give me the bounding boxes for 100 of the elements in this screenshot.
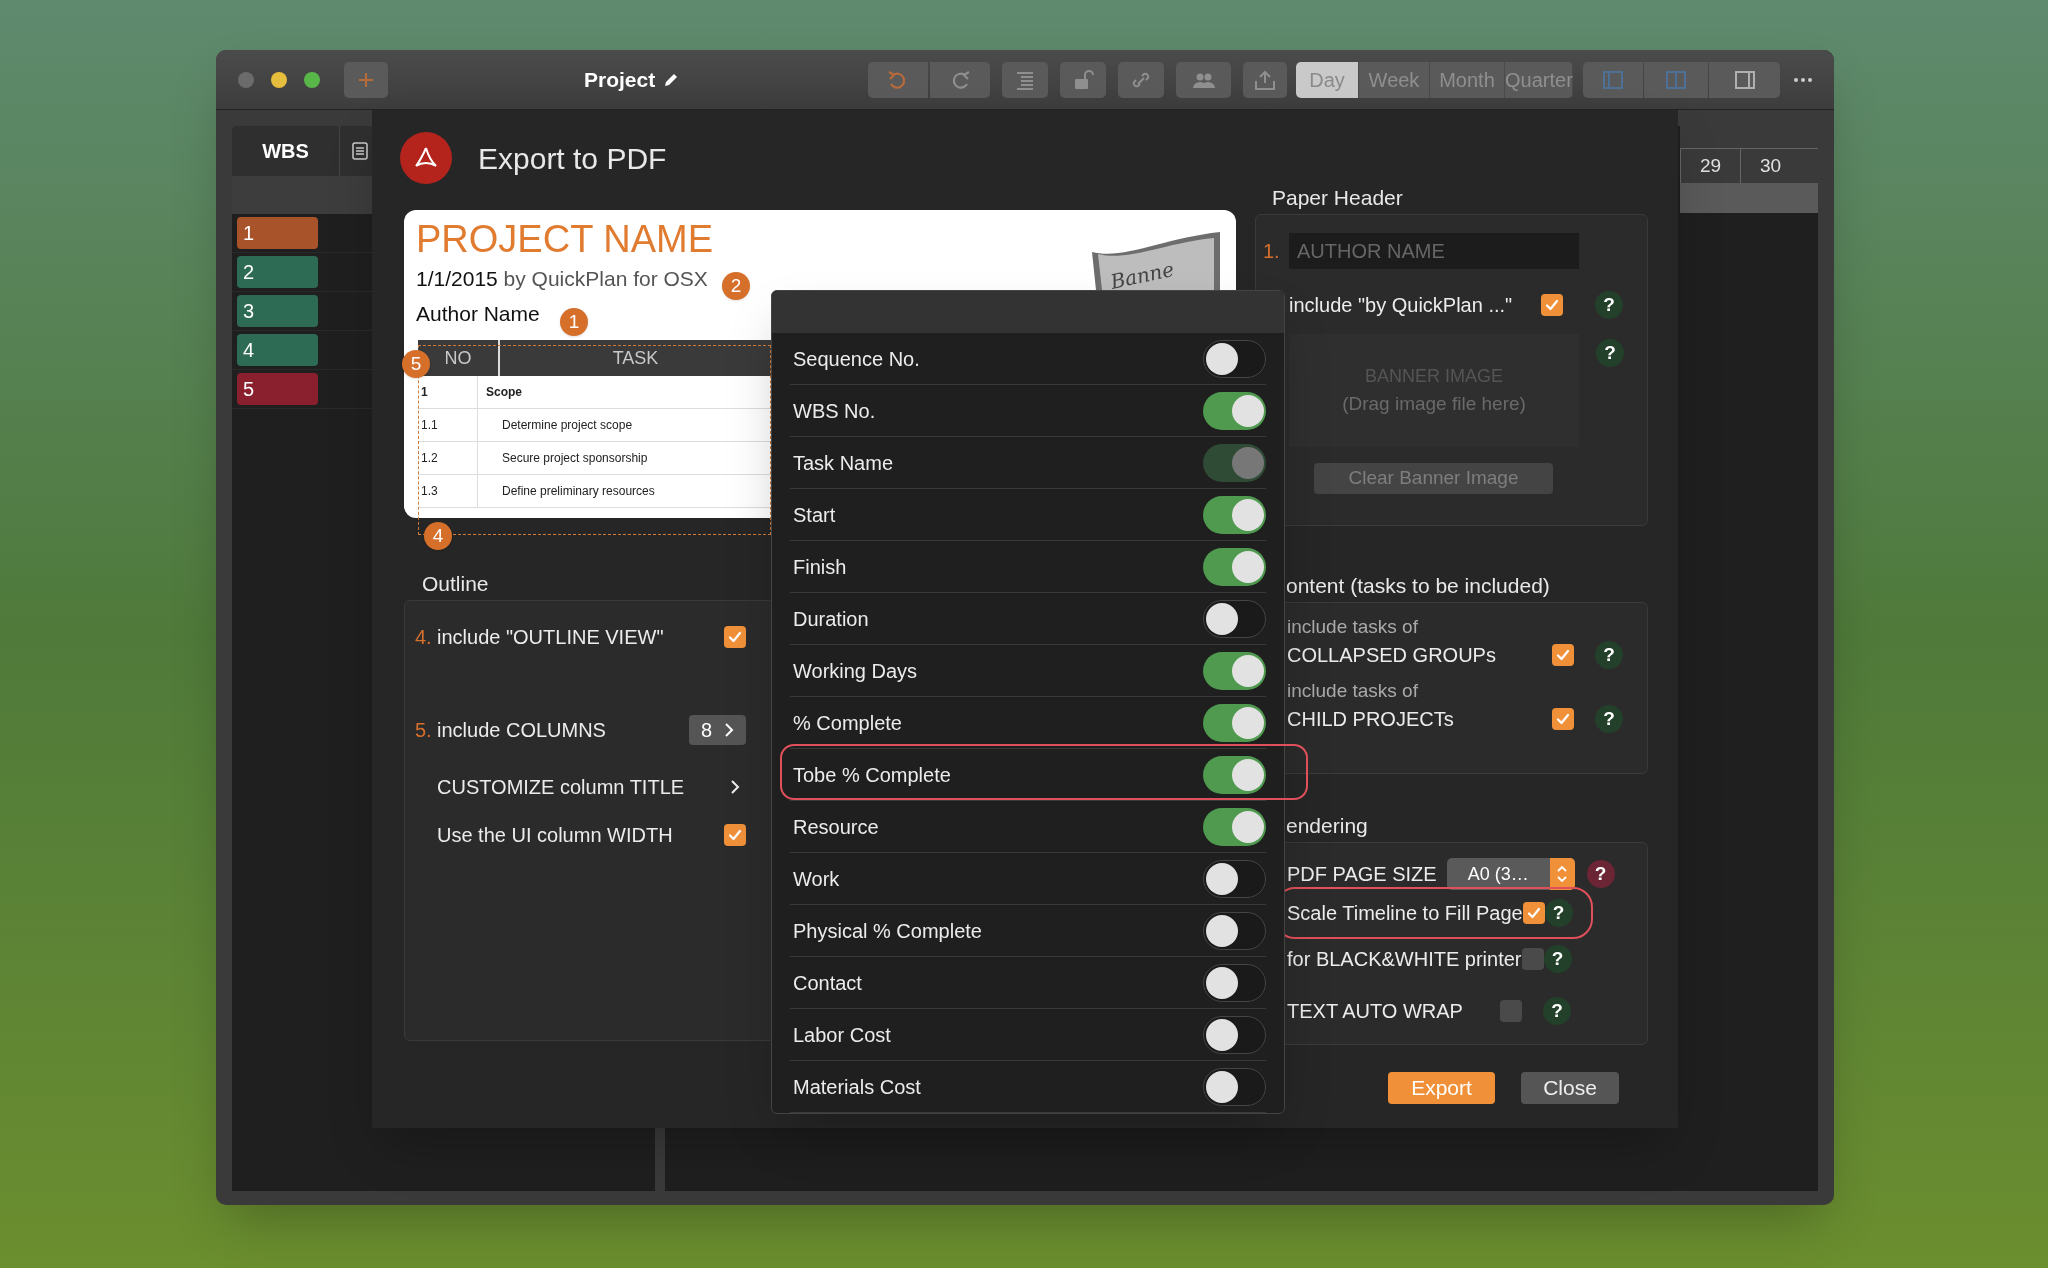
column-header: TASK bbox=[611, 346, 660, 370]
help-button[interactable]: ? bbox=[1543, 945, 1572, 973]
option-label: include "OUTLINE VIEW" bbox=[437, 625, 664, 650]
checkbox[interactable] bbox=[1500, 1000, 1522, 1022]
check-icon bbox=[1525, 905, 1542, 921]
checkbox[interactable] bbox=[1541, 294, 1563, 316]
toggle-switch[interactable] bbox=[1203, 755, 1266, 794]
toggle-switch[interactable] bbox=[1203, 703, 1266, 742]
toggle-switch[interactable] bbox=[1203, 1067, 1266, 1106]
help-button[interactable]: ? bbox=[1595, 291, 1623, 319]
table-cell-text: Define preliminary resources bbox=[501, 483, 655, 500]
help-button[interactable]: ? bbox=[1586, 860, 1615, 888]
pencil-icon bbox=[663, 71, 680, 88]
document-icon bbox=[352, 142, 368, 160]
option-label: TEXT AUTO WRAP bbox=[1287, 999, 1463, 1024]
dialog-title: Export to PDF bbox=[478, 140, 667, 177]
list-marker: 5. bbox=[415, 718, 433, 743]
option-note: include tasks of bbox=[1287, 615, 1418, 639]
option-label: Scale Timeline to Fill Page bbox=[1287, 901, 1523, 926]
left-pane-icon bbox=[1601, 68, 1625, 91]
date-line: 1/1/2015 by QuickPlan for OSX bbox=[416, 266, 708, 292]
column-count-button[interactable]: 8 bbox=[689, 715, 746, 745]
toggle-switch[interactable] bbox=[1203, 547, 1266, 586]
author-field[interactable]: AUTHOR NAME bbox=[1289, 233, 1579, 269]
toggle-switch[interactable] bbox=[1203, 963, 1266, 1002]
people-button[interactable] bbox=[1176, 61, 1231, 98]
section-title: Outline bbox=[422, 571, 489, 597]
column-option-label: Materials Cost bbox=[793, 1074, 921, 1100]
option-label: CHILD PROJECTs bbox=[1287, 707, 1454, 732]
toggle-switch[interactable] bbox=[1203, 391, 1266, 430]
wbs-number[interactable]: 2 bbox=[237, 256, 318, 288]
wbs-number[interactable]: 1 bbox=[237, 217, 318, 249]
column-option-label: Work bbox=[793, 866, 840, 892]
wbs-number[interactable]: 3 bbox=[237, 295, 318, 327]
right-pane-button[interactable] bbox=[1709, 61, 1780, 98]
project-name: PROJECT NAME bbox=[416, 217, 713, 262]
toggle-switch[interactable] bbox=[1203, 599, 1266, 638]
upload-button[interactable] bbox=[1243, 61, 1287, 98]
wbs-number[interactable]: 5 bbox=[237, 373, 318, 405]
column-option-label: Task Name bbox=[793, 450, 894, 476]
check-icon bbox=[1555, 647, 1571, 663]
column-option-label: Working Days bbox=[793, 658, 918, 684]
check-icon bbox=[1544, 297, 1560, 313]
column-option-label: Tobe % Complete bbox=[793, 762, 951, 788]
check-icon bbox=[727, 629, 743, 645]
column-option-label: Resource bbox=[793, 814, 879, 840]
option-label: include "by QuickPlan ..." bbox=[1289, 293, 1514, 318]
plus-icon bbox=[357, 70, 375, 89]
column-option-label: Duration bbox=[793, 606, 869, 632]
indent-button[interactable] bbox=[1002, 61, 1048, 98]
wbs-number[interactable]: 4 bbox=[237, 334, 318, 366]
minimize-button[interactable] bbox=[271, 71, 287, 88]
page-size-select[interactable]: A0 (3… bbox=[1446, 858, 1575, 890]
help-button[interactable]: ? bbox=[1544, 899, 1573, 927]
section-title: Paper Header bbox=[1272, 185, 1403, 211]
chevron-right-icon bbox=[724, 722, 735, 738]
author-name: Author Name bbox=[416, 301, 540, 327]
help-button[interactable]: ? bbox=[1595, 641, 1623, 669]
column-option-label: Physical % Complete bbox=[793, 918, 982, 944]
more-icon bbox=[1794, 77, 1812, 82]
help-button[interactable]: ? bbox=[1595, 705, 1623, 733]
toggle-switch[interactable] bbox=[1203, 1015, 1266, 1054]
help-button[interactable]: ? bbox=[1596, 339, 1624, 367]
checkbox[interactable] bbox=[1552, 644, 1574, 666]
table-cell: 1.1 bbox=[418, 409, 478, 441]
zoom-button[interactable] bbox=[304, 71, 320, 88]
toggle-switch[interactable] bbox=[1203, 911, 1266, 950]
column-option-label: Start bbox=[793, 502, 836, 528]
checkbox[interactable] bbox=[1522, 902, 1545, 924]
checkbox[interactable] bbox=[724, 824, 746, 846]
right-pane-icon bbox=[1732, 68, 1757, 91]
option-note: include tasks of bbox=[1287, 679, 1418, 703]
help-button[interactable]: ? bbox=[1543, 997, 1571, 1025]
toggle-switch[interactable] bbox=[1203, 651, 1266, 690]
option-label: PDF PAGE SIZE bbox=[1287, 862, 1437, 887]
callout-badge: 4 bbox=[424, 522, 452, 550]
option-label: CUSTOMIZE column TITLE bbox=[437, 775, 685, 800]
column-option-label: Labor Cost bbox=[793, 1022, 891, 1048]
toggle-switch[interactable] bbox=[1203, 495, 1266, 534]
split-pane-icon bbox=[1664, 68, 1688, 91]
section-title: ontent (tasks to be included) bbox=[1286, 573, 1550, 599]
toggle-switch[interactable] bbox=[1203, 339, 1266, 378]
toggle-switch[interactable] bbox=[1203, 807, 1266, 846]
option-label: COLLAPSED GROUPs bbox=[1287, 643, 1496, 668]
table-cell-text: Determine project scope bbox=[501, 417, 633, 434]
check-icon bbox=[1555, 711, 1571, 727]
column-option-label: WBS No. bbox=[793, 398, 876, 424]
redo-button[interactable] bbox=[930, 61, 990, 98]
checkbox[interactable] bbox=[1521, 948, 1544, 970]
toggle-switch[interactable] bbox=[1203, 859, 1266, 898]
close-button[interactable]: Close bbox=[1521, 1072, 1619, 1104]
lock-button[interactable] bbox=[1060, 61, 1106, 98]
checkbox[interactable] bbox=[1552, 708, 1574, 730]
link-button[interactable] bbox=[1118, 61, 1164, 98]
chevron-right-icon[interactable] bbox=[730, 779, 740, 795]
checkbox[interactable] bbox=[724, 626, 746, 648]
section-title: endering bbox=[1286, 813, 1368, 839]
window-title: Project bbox=[584, 66, 656, 93]
table-cell: 1.2 bbox=[418, 442, 478, 474]
drop-area-hint: (Drag image file here) bbox=[1342, 391, 1526, 416]
